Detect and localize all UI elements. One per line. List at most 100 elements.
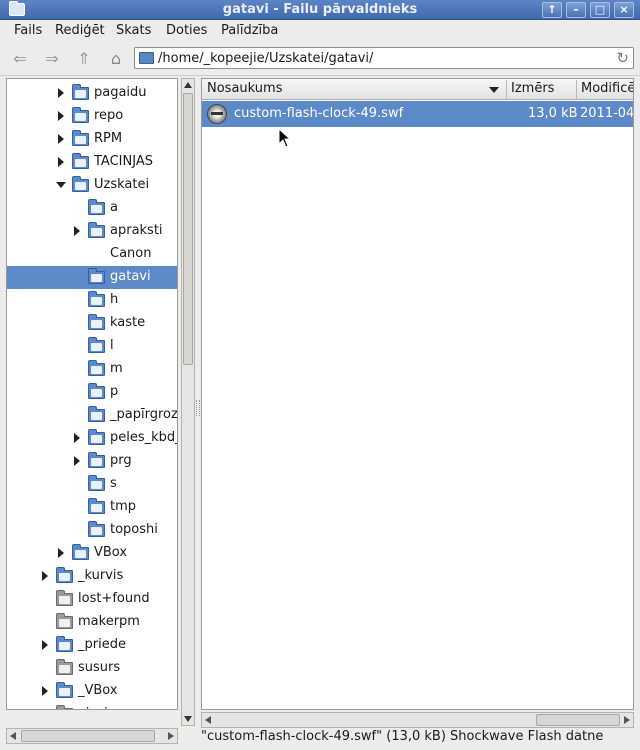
tree-horizontal-scrollbar[interactable]: [6, 728, 178, 744]
file-list[interactable]: Nosaukums Izmērs Modificē custom-flash-c…: [201, 78, 634, 710]
folder-icon: [72, 176, 89, 192]
tree-item[interactable]: l: [7, 335, 177, 358]
folder-icon: [88, 383, 105, 399]
menu-palidziba[interactable]: Palīdzība: [221, 23, 278, 38]
close-button[interactable]: ×: [614, 2, 634, 18]
tree-item[interactable]: kaste: [7, 312, 177, 335]
folder-icon: [56, 567, 73, 583]
shade-button[interactable]: ↑: [542, 2, 562, 18]
folder-icon: [139, 52, 154, 64]
expander-icon[interactable]: [58, 134, 64, 144]
tree-item[interactable]: tmp: [7, 496, 177, 519]
tree-item-label: VBox: [94, 545, 128, 560]
pane-splitter[interactable]: [196, 400, 200, 416]
expander-icon[interactable]: [74, 433, 80, 443]
back-icon[interactable]: ⇐: [8, 48, 32, 70]
expander-icon[interactable]: [58, 157, 64, 167]
tree-item-label: m: [110, 361, 123, 376]
scroll-thumb[interactable]: [21, 730, 155, 742]
tree-item[interactable]: s: [7, 473, 177, 496]
tree-item[interactable]: _kurvis: [7, 565, 177, 588]
tree-item-label: toposhi: [110, 522, 158, 537]
tree-item[interactable]: lost+found: [7, 588, 177, 611]
tree-item[interactable]: pagaidu: [7, 82, 177, 105]
tree-item[interactable]: p: [7, 381, 177, 404]
location-bar[interactable]: /home/_kopeejie/Uzskatei/gatavi/ ↻: [134, 47, 634, 69]
menu-skats[interactable]: Skats: [116, 23, 151, 38]
expander-icon[interactable]: [74, 456, 80, 466]
tree-item[interactable]: makerpm: [7, 611, 177, 634]
folder-icon: [88, 475, 105, 491]
tree-item-label: TACINJAS: [94, 154, 153, 169]
tree-item[interactable]: susurs: [7, 657, 177, 680]
menu-bar: Fails Rediģēt Skats Doties Palīdzība: [0, 20, 640, 42]
column-separator[interactable]: [506, 80, 507, 99]
tree-item[interactable]: m: [7, 358, 177, 381]
expander-icon[interactable]: [42, 640, 48, 650]
tree-item[interactable]: Canon: [7, 243, 177, 266]
tree-item[interactable]: TACINJAS: [7, 151, 177, 174]
scroll-right-icon[interactable]: [168, 732, 174, 740]
tree-item[interactable]: a: [7, 197, 177, 220]
tree-item-label: lost+found: [78, 591, 150, 606]
expander-icon[interactable]: [42, 571, 48, 581]
scroll-left-icon[interactable]: [205, 716, 211, 724]
column-name[interactable]: Nosaukums: [207, 81, 282, 96]
maximize-button[interactable]: □: [590, 2, 610, 18]
file-modified: 2011-04-: [580, 106, 634, 121]
tree-item[interactable]: viesis: [7, 703, 177, 709]
tree-item-selected[interactable]: gatavi: [7, 266, 177, 289]
scroll-up-icon[interactable]: [184, 82, 192, 88]
expander-open-icon[interactable]: [56, 182, 66, 188]
folder-icon: [72, 153, 89, 169]
folder-icon: [72, 544, 89, 560]
directory-tree[interactable]: pagaidu repo RPM TACINJAS Uzskatei a apr…: [6, 78, 178, 710]
sort-descending-icon: [489, 87, 499, 93]
column-modified[interactable]: Modificē: [581, 81, 633, 96]
menu-doties[interactable]: Doties: [166, 23, 207, 38]
folder-icon: [56, 682, 73, 698]
menu-rediget[interactable]: Rediģēt: [55, 23, 105, 38]
status-bar: "custom-flash-clock-49.swf" (13,0 kB) Sh…: [201, 729, 604, 744]
expander-icon[interactable]: [58, 111, 64, 121]
title-bar[interactable]: gatavi - Failu pārvaldnieks ↑ – □ ×: [0, 0, 640, 20]
tree-item[interactable]: _VBox: [7, 680, 177, 703]
reload-icon[interactable]: ↻: [616, 49, 629, 67]
menu-fails[interactable]: Fails: [14, 23, 42, 38]
tree-item[interactable]: repo: [7, 105, 177, 128]
minimize-button[interactable]: –: [566, 2, 586, 18]
tree-item[interactable]: apraksti: [7, 220, 177, 243]
home-icon[interactable]: ⌂: [104, 48, 128, 70]
scroll-thumb[interactable]: [183, 93, 193, 365]
tree-item[interactable]: h: [7, 289, 177, 312]
expander-icon[interactable]: [58, 548, 64, 558]
tree-item[interactable]: _papīrgroz: [7, 404, 177, 427]
location-path[interactable]: /home/_kopeejie/Uzskatei/gatavi/: [158, 51, 373, 66]
tree-item[interactable]: prg: [7, 450, 177, 473]
tree-item[interactable]: _priede: [7, 634, 177, 657]
tree-item-label: _priede: [78, 637, 126, 652]
tree-item[interactable]: VBox: [7, 542, 177, 565]
scroll-right-icon[interactable]: [624, 716, 630, 724]
tree-item[interactable]: toposhi: [7, 519, 177, 542]
expander-icon[interactable]: [74, 226, 80, 236]
tree-item[interactable]: RPM: [7, 128, 177, 151]
tree-item[interactable]: peles_kbd_: [7, 427, 177, 450]
drive-folder-icon: [56, 613, 73, 629]
up-icon[interactable]: ⇑: [72, 48, 96, 70]
tree-item-label: s: [110, 476, 117, 491]
file-row-selected[interactable]: custom-flash-clock-49.swf 13,0 kB 2011-0…: [202, 101, 634, 127]
list-horizontal-scrollbar[interactable]: [201, 712, 634, 728]
tree-vertical-scrollbar[interactable]: [181, 78, 195, 726]
expander-icon[interactable]: [42, 686, 48, 696]
forward-icon[interactable]: ⇒: [40, 48, 64, 70]
column-size[interactable]: Izmērs: [511, 81, 554, 96]
scroll-down-icon[interactable]: [184, 716, 192, 722]
file-name: custom-flash-clock-49.swf: [234, 106, 404, 121]
column-separator[interactable]: [576, 80, 577, 99]
expander-icon[interactable]: [58, 88, 64, 98]
scroll-thumb[interactable]: [536, 714, 620, 726]
tree-item-label: gatavi: [110, 269, 151, 284]
tree-item[interactable]: Uzskatei: [7, 174, 177, 197]
scroll-left-icon[interactable]: [10, 732, 16, 740]
